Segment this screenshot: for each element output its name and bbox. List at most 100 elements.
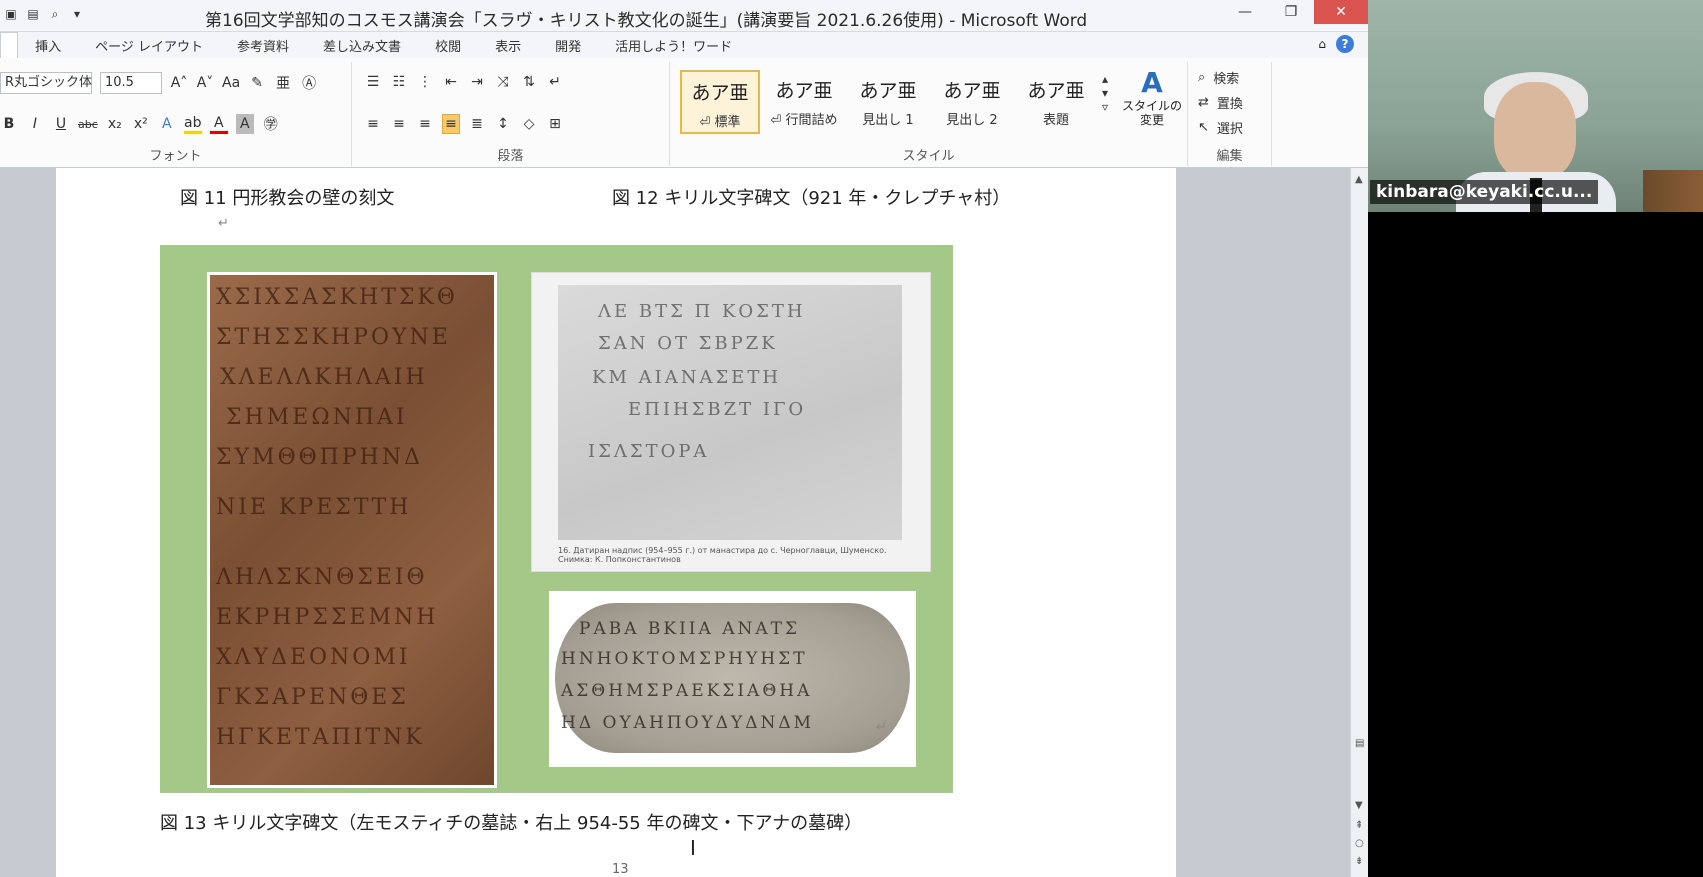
superscript-icon[interactable]: x² xyxy=(132,114,150,134)
bullets-icon[interactable]: ☰ xyxy=(364,72,382,92)
minimize-button[interactable]: — xyxy=(1222,0,1268,24)
inscription-line: ΑΣΘΗΜΣΡΑΕΚΣΙΑΘΗΑ xyxy=(561,681,813,701)
style-heading-2[interactable]: あア亜 見出し 2 xyxy=(932,70,1012,134)
find-button[interactable]: ⌕ 検索 xyxy=(1198,68,1239,87)
justify-icon[interactable]: ≡ xyxy=(442,114,460,134)
next-page-icon[interactable]: ⇟ xyxy=(1355,856,1363,867)
chevron-up-icon[interactable]: ▴ xyxy=(1102,72,1108,86)
tab-view[interactable]: 表示 xyxy=(478,36,538,55)
find-label: 検索 xyxy=(1213,72,1240,87)
document-page[interactable]: 図 11 円形教会の壁の刻文 図 12 キリル文字碑文（921 年・クレプチャ村… xyxy=(56,168,1176,877)
align-center-icon[interactable]: ≡ xyxy=(390,114,408,134)
change-styles-button[interactable]: A スタイルの 変更 xyxy=(1120,66,1184,127)
inscription-line: ΡΑΒΑ ΒΚΙΙΑ ΑΝΑΤΣ xyxy=(579,619,800,639)
word-window: ▣ ▤ ⌕ ▾ 第16回文学部知のコスモス講演会「スラヴ・キリスト教文化の誕生」… xyxy=(0,0,1368,877)
tab-developer[interactable]: 開発 xyxy=(538,36,598,55)
styles-group: あア亜 ⏎ 標準 あア亜 ⏎ 行間詰め あア亜 見出し 1 あア亜 見出し 2 … xyxy=(670,62,1188,166)
more-styles-icon[interactable]: ▿ xyxy=(1102,100,1108,114)
word-logo-icon[interactable]: ▣ xyxy=(2,5,20,23)
clear-format-icon[interactable]: ✎ xyxy=(248,73,266,93)
align-right-icon[interactable]: ≡ xyxy=(416,114,434,134)
webcam-video: kinbara@keyaki.cc.u... xyxy=(1368,0,1703,212)
change-styles-icon: A xyxy=(1141,66,1163,99)
editing-group-label: 編集 xyxy=(1216,149,1243,164)
bold-icon[interactable]: B xyxy=(0,114,18,134)
chevron-down-icon[interactable]: ▾ xyxy=(1102,86,1108,100)
print-preview-icon[interactable]: ⌕ xyxy=(46,5,64,23)
increase-indent-icon[interactable]: ⇥ xyxy=(468,72,486,92)
tab-mailings[interactable]: 差し込み文書 xyxy=(306,36,418,55)
previous-page-icon[interactable]: ⇞ xyxy=(1355,820,1363,831)
scroll-up-icon[interactable]: ▲ xyxy=(1355,174,1363,185)
tab-home[interactable] xyxy=(0,32,19,58)
ribbon-tabs: 挿入 ページ レイアウト 参考資料 差し込み文書 校閲 表示 開発 活用しよう！… xyxy=(0,32,1368,58)
inscription-line: ΧΛΥΔΕΟΝΟΜΙ xyxy=(216,645,411,670)
help-icon[interactable]: ? xyxy=(1336,35,1354,53)
distributed-icon[interactable]: ≣ xyxy=(468,114,486,134)
tab-review[interactable]: 校閲 xyxy=(418,36,478,55)
enclose-char-icon[interactable]: ㊫ xyxy=(262,114,280,134)
collapse-ribbon-icon[interactable]: ⌂ xyxy=(1318,37,1326,51)
line-spacing-icon[interactable]: ↕ xyxy=(494,114,512,134)
inscription-line: ΣΥΜΘΘΠΡΗΝΔ xyxy=(216,445,423,470)
char-border-icon[interactable]: Ⓐ xyxy=(300,73,318,93)
quick-access-toolbar: ▣ ▤ ⌕ ▾ xyxy=(2,5,86,23)
char-shading-icon[interactable]: A xyxy=(235,114,254,134)
underline-icon[interactable]: U xyxy=(52,114,70,134)
font-color-icon[interactable]: A xyxy=(209,114,228,134)
font-name-select[interactable]: R丸ゴシック体 xyxy=(0,72,92,94)
show-marks-icon[interactable]: ↵ xyxy=(546,72,564,92)
style-label: 見出し 1 xyxy=(862,113,914,128)
style-no-spacing[interactable]: あア亜 ⏎ 行間詰め xyxy=(764,70,844,134)
save-icon[interactable]: ▤ xyxy=(24,5,42,23)
borders-icon[interactable]: ⊞ xyxy=(546,114,564,134)
grow-font-icon[interactable]: A˄ xyxy=(170,73,188,93)
select-button[interactable]: ↖ 選択 xyxy=(1198,118,1243,137)
inscription-line: ΣΗΜΕΩΝΠΑΙ xyxy=(226,405,408,430)
inscription-line: ΗΔ ΟΥΑΗΠΟΥΔΥΔΝΔΜ xyxy=(561,713,815,733)
subscript-icon[interactable]: x₂ xyxy=(106,114,124,134)
phonetic-guide-icon[interactable]: 亜 xyxy=(274,73,292,93)
style-label: 見出し 2 xyxy=(946,113,998,128)
browse-object-icon[interactable]: ○ xyxy=(1355,838,1364,849)
styles-scroll[interactable]: ▴ ▾ ▿ xyxy=(1102,72,1108,114)
highlight-icon[interactable]: ab xyxy=(183,114,202,134)
ruler-toggle-icon[interactable]: ▤ xyxy=(1355,738,1364,749)
style-label: ⏎ 標準 xyxy=(699,115,741,130)
style-sample: あア亜 xyxy=(775,80,833,102)
styles-group-label: スタイル xyxy=(902,149,955,164)
style-sample: あア亜 xyxy=(691,82,749,104)
tab-page-layout[interactable]: ページ レイアウト xyxy=(78,36,220,55)
font-size-select[interactable]: 10.5 xyxy=(100,72,162,94)
style-heading-1[interactable]: あア亜 見出し 1 xyxy=(848,70,928,134)
inscription-line: ΚΜ ΑΙΑΝΑΣΕΤΗ xyxy=(592,367,782,388)
shrink-font-icon[interactable]: A˅ xyxy=(196,73,214,93)
tab-insert[interactable]: 挿入 xyxy=(18,36,78,55)
sort-icon[interactable]: ⇅ xyxy=(520,72,538,92)
numbering-icon[interactable]: ☷ xyxy=(390,72,408,92)
customize-qat-icon[interactable]: ▾ xyxy=(68,5,86,23)
decrease-indent-icon[interactable]: ⇤ xyxy=(442,72,460,92)
replace-button[interactable]: ⇄ 置換 xyxy=(1198,93,1243,112)
inscription-line: ΧΣΙΧΣΑΣΚΗΤΣΚΘ xyxy=(216,285,458,310)
style-normal[interactable]: あア亜 ⏎ 標準 xyxy=(680,70,760,134)
stone-slab: ΛΕ ΒΤΣ Π ΚΟΣΤΗ ΣΑΝ ΟΤ ΣΒΡΖΚ ΚΜ ΑΙΑΝΑΣΕΤΗ… xyxy=(558,285,902,540)
change-case-icon[interactable]: Aa xyxy=(222,73,240,93)
vertical-scrollbar[interactable]: ▲ ▤ ▼ ⇞ ○ ⇟ xyxy=(1350,168,1368,877)
tab-references[interactable]: 参考資料 xyxy=(220,36,306,55)
scroll-down-icon[interactable]: ▼ xyxy=(1355,800,1363,811)
align-left-icon[interactable]: ≡ xyxy=(364,114,382,134)
font-group-label: フォント xyxy=(149,149,202,164)
inscription-line: ΧΛΕΛΛΚΗΛΑΙΗ xyxy=(220,365,428,390)
text-direction-icon[interactable]: ⤨ xyxy=(494,72,512,92)
multilevel-list-icon[interactable]: ⋮ xyxy=(416,72,434,92)
inscription-line: ΝΙΕ ΚΡΕΣΤΤΗ xyxy=(216,495,412,520)
shading-icon[interactable]: ◇ xyxy=(520,114,538,134)
text-effects-icon[interactable]: A xyxy=(158,114,176,134)
italic-icon[interactable]: I xyxy=(26,114,44,134)
strikethrough-icon[interactable]: abc xyxy=(78,114,98,134)
restore-button[interactable]: ❐ xyxy=(1268,0,1314,24)
tab-addin[interactable]: 活用しよう！ワード xyxy=(598,36,749,55)
style-title[interactable]: あア亜 表題 xyxy=(1016,70,1096,134)
close-button[interactable]: ✕ xyxy=(1314,0,1368,24)
